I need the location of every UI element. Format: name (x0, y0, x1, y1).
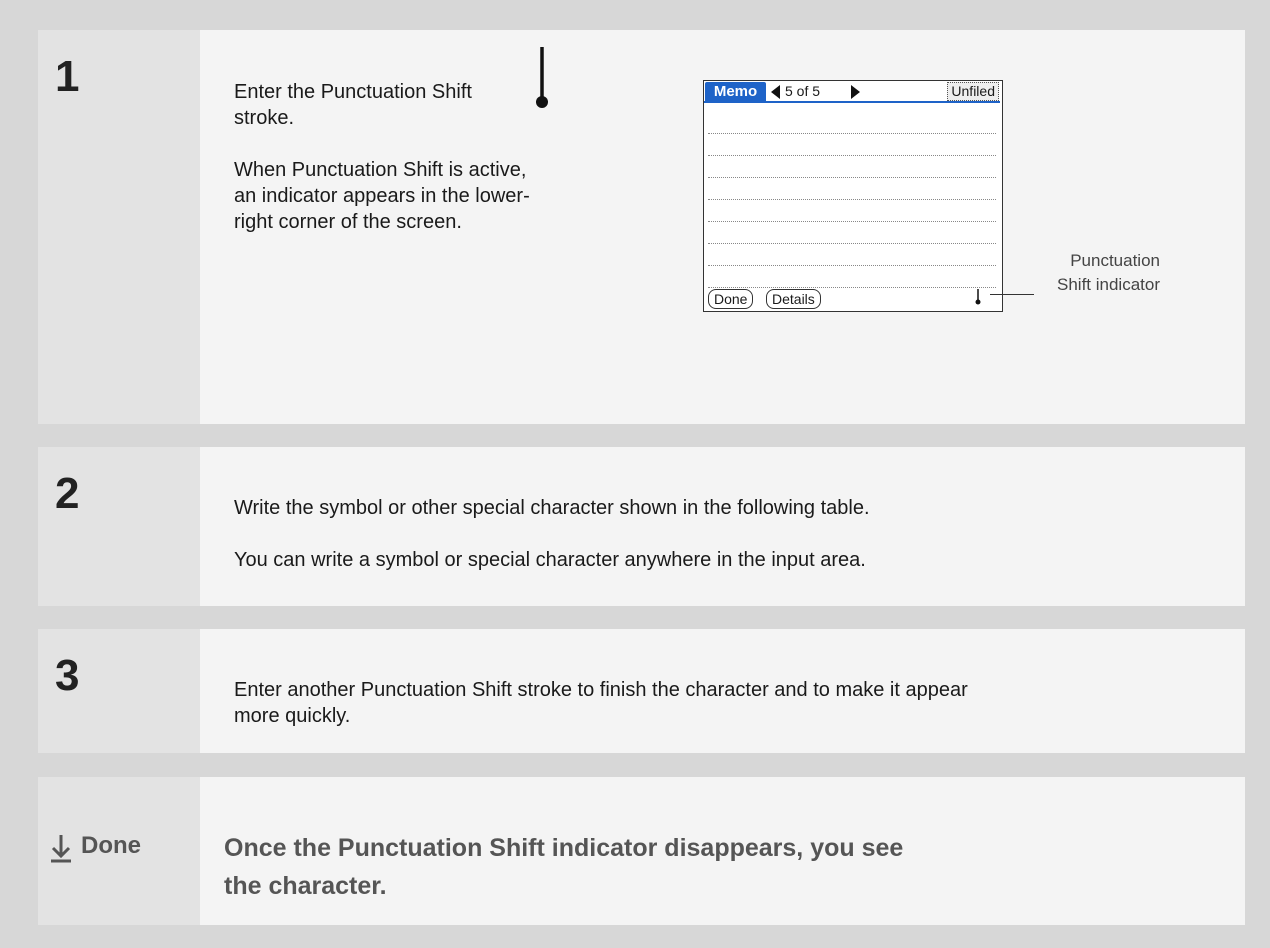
previous-arrow-icon[interactable] (771, 85, 780, 99)
step-content: Enter another Punctuation Shift stroke t… (200, 629, 1245, 753)
app-title-tab[interactable]: Memo (705, 82, 766, 101)
step-number: 1 (55, 52, 80, 101)
memo-line (708, 156, 996, 178)
memo-line (708, 112, 996, 134)
done-label: Done (81, 832, 141, 859)
step-3: 3 Enter another Punctuation Shift stroke… (38, 629, 1245, 753)
details-button[interactable]: Details (766, 289, 821, 309)
step-number: 3 (55, 651, 80, 700)
category-picker[interactable]: Unfiled (947, 82, 999, 101)
page-count: 5 of 5 (785, 83, 821, 99)
punctuation-shift-indicator-icon (975, 289, 981, 305)
step-2-note: You can write a symbol or special charac… (234, 549, 866, 571)
memo-line (708, 134, 996, 156)
step-number-column: 3 (38, 629, 200, 753)
title-bar: Memo 5 of 5 Unfiled (704, 81, 1000, 103)
memo-line (708, 200, 996, 222)
memo-line (708, 178, 996, 200)
step-1-instruction: Enter the Punctuation Shift (234, 81, 472, 103)
step-1: 1 Enter the Punctuation Shift stroke. Wh… (38, 30, 1245, 424)
memo-line (708, 222, 996, 244)
next-arrow-icon[interactable] (851, 85, 860, 99)
step-1-description: When Punctuation Shift is active, an ind… (234, 159, 530, 233)
step-content: Write the symbol or other special charac… (200, 447, 1245, 606)
handheld-screen: Memo 5 of 5 Unfiled Done Details (703, 80, 1003, 312)
down-arrow-icon (51, 835, 71, 863)
done-label-column: Done (38, 777, 200, 925)
done-section: Done Once the Punctuation Shift indicato… (38, 777, 1245, 925)
callout-leader-line (990, 294, 1034, 295)
step-content: Enter the Punctuation Shift stroke. When… (200, 30, 1245, 424)
step-3-instruction: Enter another Punctuation Shift stroke t… (234, 679, 968, 727)
step-2: 2 Write the symbol or other special char… (38, 447, 1245, 606)
step-number-column: 1 (38, 30, 200, 424)
done-content: Once the Punctuation Shift indicator dis… (200, 777, 1245, 925)
memo-line (708, 266, 996, 288)
memo-line (708, 244, 996, 266)
done-button[interactable]: Done (708, 289, 754, 309)
step-number-column: 2 (38, 447, 200, 606)
punctuation-shift-stroke-icon (536, 47, 548, 108)
indicator-callout: Punctuation Shift indicator (1057, 251, 1160, 294)
step-2-instruction: Write the symbol or other special charac… (234, 497, 870, 519)
step-number: 2 (55, 469, 80, 518)
memo-text-area[interactable] (708, 112, 996, 288)
done-message: Once the Punctuation Shift indicator dis… (224, 834, 904, 900)
step-1-instruction-cont: stroke. (234, 107, 295, 129)
